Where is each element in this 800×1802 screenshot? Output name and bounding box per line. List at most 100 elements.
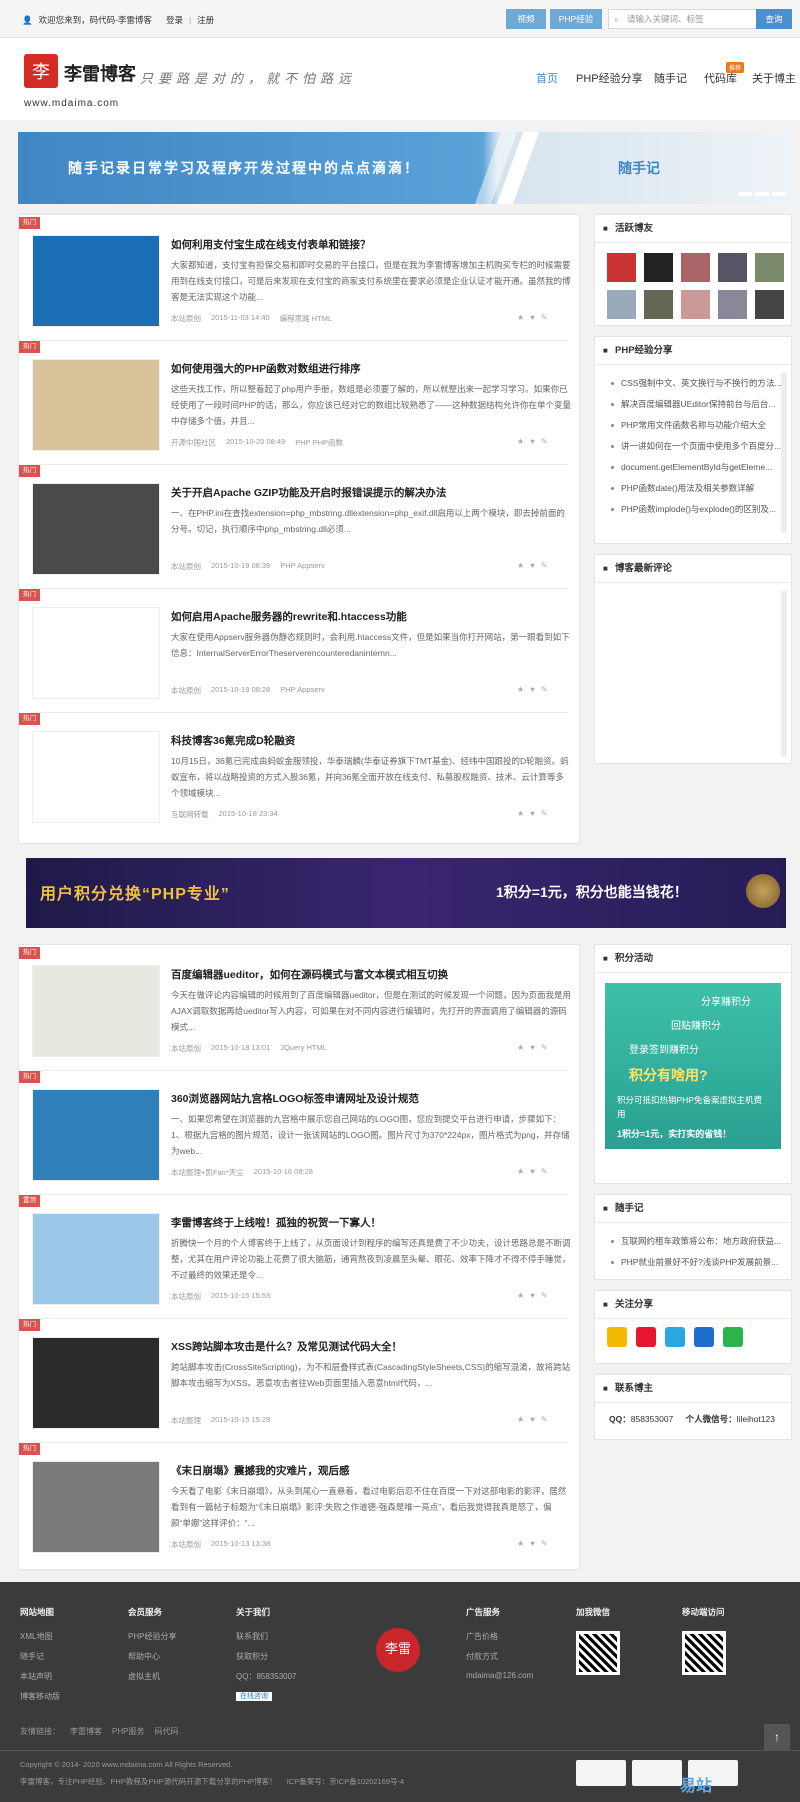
nav-code-library[interactable]: 代码库 bbox=[704, 70, 737, 100]
nav-home[interactable]: 首页 bbox=[536, 70, 558, 100]
comment-icon[interactable]: ✎ bbox=[541, 313, 548, 322]
comment-icon[interactable]: ✎ bbox=[541, 1539, 548, 1548]
post-title[interactable]: 360浏览器网站九宫格LOGO标签申请网址及设计规范 bbox=[171, 1091, 571, 1106]
back-to-top-button[interactable]: ↑ bbox=[764, 1724, 790, 1750]
like-icon[interactable]: ♥ bbox=[530, 313, 535, 322]
like-icon[interactable]: ♥ bbox=[530, 809, 535, 818]
post-thumbnail[interactable] bbox=[32, 1213, 160, 1305]
post-thumbnail[interactable] bbox=[32, 235, 160, 327]
banner-dots[interactable] bbox=[738, 192, 786, 196]
points-promo-image[interactable]: 分享赚积分 回贴赚积分 登录签到赚积分 积分有啥用? 积分可抵扣热销PHP免备案… bbox=[605, 983, 781, 1149]
post-tags[interactable]: 编程思路 HTML bbox=[280, 313, 333, 324]
footer-link[interactable]: 随手记 bbox=[20, 1651, 60, 1671]
trust-badge[interactable] bbox=[632, 1760, 682, 1786]
trust-badge[interactable] bbox=[576, 1760, 626, 1786]
register-link[interactable]: 注册 bbox=[197, 14, 214, 26]
list-item[interactable]: 讲一讲如何在一个页面中使用多个百度分... bbox=[611, 436, 787, 457]
list-item[interactable]: document.getElementById与getEleme... bbox=[611, 457, 787, 478]
like-icon[interactable]: ♥ bbox=[530, 1539, 535, 1548]
scrollbar[interactable] bbox=[781, 591, 787, 757]
like-icon[interactable]: ♥ bbox=[530, 1415, 535, 1424]
comment-icon[interactable]: ✎ bbox=[541, 1291, 548, 1300]
post-title[interactable]: 百度编辑器ueditor，如何在源码模式与富文本模式相互切换 bbox=[171, 967, 571, 982]
comment-icon[interactable]: ✎ bbox=[541, 1415, 548, 1424]
avatar[interactable] bbox=[718, 290, 747, 319]
weibo-icon[interactable] bbox=[636, 1327, 656, 1347]
qzone-icon[interactable] bbox=[607, 1327, 627, 1347]
like-icon[interactable]: ♥ bbox=[530, 1043, 535, 1052]
search-input[interactable]: ⌕ 请输入关键词、标签 bbox=[608, 9, 758, 29]
post-thumbnail[interactable] bbox=[32, 483, 160, 575]
scrollbar[interactable] bbox=[781, 373, 787, 533]
post-thumbnail[interactable] bbox=[32, 965, 160, 1057]
nav-php-share[interactable]: PHP经验分享 bbox=[576, 70, 643, 100]
star-icon[interactable]: ★ bbox=[517, 561, 524, 570]
post-tags[interactable]: PHP PHP函数 bbox=[295, 437, 343, 448]
avatar[interactable] bbox=[718, 253, 747, 282]
list-item[interactable]: PHP就业前景好不好?浅谈PHP发展前景... bbox=[611, 1252, 787, 1273]
star-icon[interactable]: ★ bbox=[517, 1415, 524, 1424]
post-thumbnail[interactable] bbox=[32, 359, 160, 451]
friend-link[interactable]: PHP服务 bbox=[112, 1726, 144, 1737]
footer-link[interactable]: 获取积分 bbox=[236, 1651, 297, 1671]
star-icon[interactable]: ★ bbox=[517, 1167, 524, 1176]
avatar[interactable] bbox=[644, 290, 673, 319]
comment-icon[interactable]: ✎ bbox=[541, 685, 548, 694]
footer-link[interactable]: PHP经验分享 bbox=[128, 1631, 176, 1651]
post-title[interactable]: 关于开启Apache GZIP功能及开启时报错误提示的解决办法 bbox=[171, 485, 571, 500]
icp-number[interactable]: ICP备案号：京ICP备10202169号-4 bbox=[287, 1776, 405, 1787]
list-item[interactable]: PHP函数implode()与explode()的区别及... bbox=[611, 499, 787, 520]
online-consult-button[interactable]: 在线咨询 bbox=[236, 1691, 297, 1711]
tencent-weibo-icon[interactable] bbox=[665, 1327, 685, 1347]
star-icon[interactable]: ★ bbox=[517, 685, 524, 694]
nav-about[interactable]: 关于博主 bbox=[752, 70, 796, 100]
post-title[interactable]: 如何启用Apache服务器的rewrite和.htaccess功能 bbox=[171, 609, 571, 624]
qq-number[interactable]: 858353007 bbox=[631, 1414, 674, 1424]
hero-banner[interactable]: 随手记录日常学习及程序开发过程中的点点滴滴！ 随手记 bbox=[18, 132, 792, 204]
footer-link[interactable]: XML地图 bbox=[20, 1631, 60, 1651]
login-link[interactable]: 登录 bbox=[166, 14, 183, 26]
comment-icon[interactable]: ✎ bbox=[541, 437, 548, 446]
star-icon[interactable]: ★ bbox=[517, 809, 524, 818]
video-button[interactable]: 视频 bbox=[506, 9, 546, 29]
like-icon[interactable]: ♥ bbox=[530, 1167, 535, 1176]
list-item[interactable]: 解决百度编辑器UEditor保持前台与后台... bbox=[611, 394, 787, 415]
search-button[interactable]: 查询 bbox=[756, 9, 792, 29]
footer-link[interactable]: 博客移动版 bbox=[20, 1691, 60, 1711]
star-icon[interactable]: ★ bbox=[517, 437, 524, 446]
footer-link[interactable]: 付款方式 bbox=[466, 1651, 533, 1671]
avatar[interactable] bbox=[607, 290, 636, 319]
star-icon[interactable]: ★ bbox=[517, 1539, 524, 1548]
list-item[interactable]: CSS强制中文、英文换行与不换行的方法... bbox=[611, 373, 787, 394]
post-title[interactable]: 如何利用支付宝生成在线支付表单和链接？ bbox=[171, 237, 571, 252]
footer-link[interactable]: 虚拟主机 bbox=[128, 1671, 176, 1691]
php-experience-button[interactable]: PHP经验 bbox=[550, 9, 602, 29]
nav-notes[interactable]: 随手记 bbox=[654, 70, 687, 100]
footer-link[interactable]: 联系我们 bbox=[236, 1631, 297, 1651]
avatar[interactable] bbox=[681, 290, 710, 319]
renren-icon[interactable] bbox=[694, 1327, 714, 1347]
avatar[interactable] bbox=[681, 253, 710, 282]
post-thumbnail[interactable] bbox=[32, 607, 160, 699]
post-tags[interactable]: PHP Appserv bbox=[280, 561, 324, 572]
friend-link[interactable]: 码代码 bbox=[154, 1726, 178, 1737]
star-icon[interactable]: ★ bbox=[517, 1043, 524, 1052]
wechat-icon[interactable] bbox=[723, 1327, 743, 1347]
post-title[interactable]: 如何使用强大的PHP函数对数组进行排序 bbox=[171, 361, 571, 376]
post-tags[interactable]: JQuery HTML bbox=[280, 1043, 327, 1054]
comment-icon[interactable]: ✎ bbox=[541, 561, 548, 570]
footer-email[interactable]: mdaima@126.com bbox=[466, 1671, 533, 1691]
site-logo[interactable]: 李 李雷博客 bbox=[24, 54, 154, 88]
avatar[interactable] bbox=[607, 253, 636, 282]
post-title[interactable]: 李雷博客终于上线啦！孤独的祝贺一下寡人！ bbox=[171, 1215, 571, 1230]
list-item[interactable]: PHP函数date()用法及相关参数详解 bbox=[611, 478, 787, 499]
post-thumbnail[interactable] bbox=[32, 1461, 160, 1553]
like-icon[interactable]: ♥ bbox=[530, 561, 535, 570]
post-title[interactable]: XSS跨站脚本攻击是什么？及常见测试代码大全！ bbox=[171, 1339, 571, 1354]
avatar[interactable] bbox=[755, 290, 784, 319]
comment-icon[interactable]: ✎ bbox=[541, 1167, 548, 1176]
footer-link[interactable]: 帮助中心 bbox=[128, 1651, 176, 1671]
star-icon[interactable]: ★ bbox=[517, 313, 524, 322]
ad-banner[interactable]: 用户积分兑换“PHP专业” 1积分=1元，积分也能当钱花！ bbox=[26, 858, 786, 928]
like-icon[interactable]: ♥ bbox=[530, 1291, 535, 1300]
